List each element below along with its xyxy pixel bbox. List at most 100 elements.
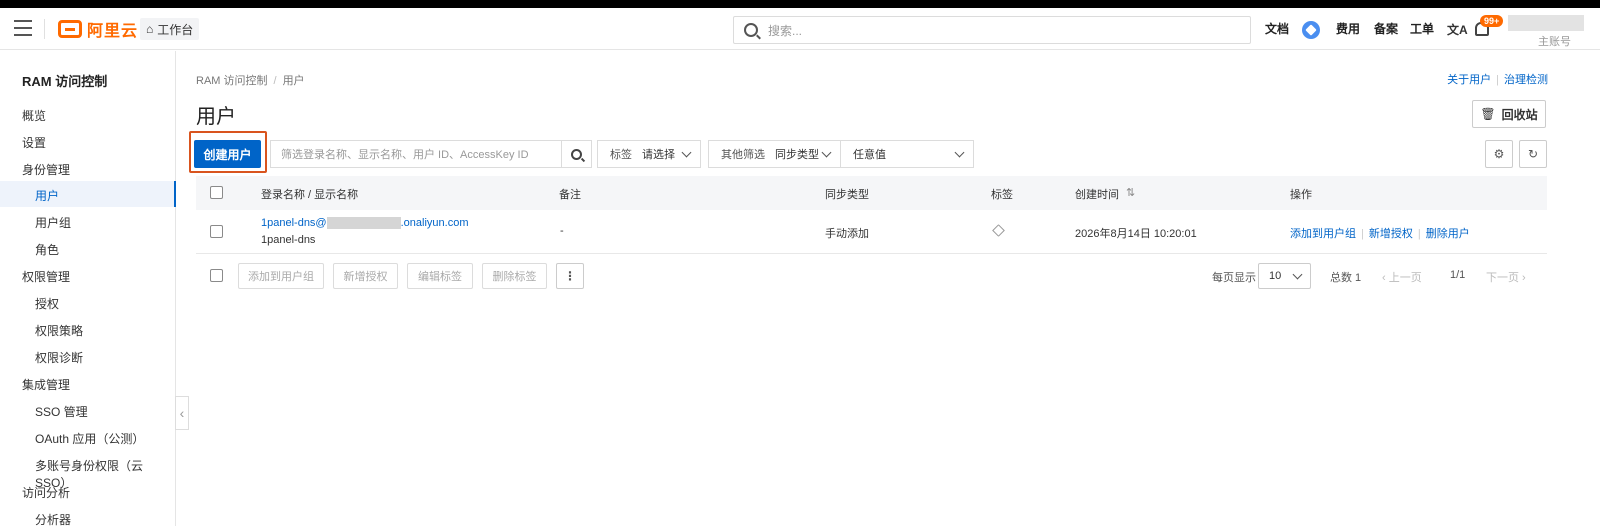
filter-search-button[interactable] [561,140,592,168]
sidebar-item-diagnosis[interactable]: 权限诊断 [35,349,83,366]
nav-icp[interactable]: 备案 [1374,20,1398,37]
nav-ticket[interactable]: 工单 [1410,20,1434,37]
logo-text: 阿里云 [87,23,139,40]
any-value-label: 任意值 [853,149,886,161]
top-links: 关于用户 | 治理检测 [1447,71,1548,87]
row-checkbox[interactable] [210,225,223,238]
menu-icon[interactable] [14,20,32,36]
row-operations: 添加到用户组 | 新增授权 | 删除用户 [1290,225,1470,241]
sidebar-item-overview[interactable]: 概览 [22,107,46,124]
login-prefix: 1panel-dns@ [261,217,327,229]
gear-icon: ⚙ [1493,147,1505,161]
col-remark: 备注 [559,189,581,201]
bulk-add-auth-button[interactable]: 新增授权 [333,263,398,289]
nav-cost-label: 费用 [1336,22,1361,36]
breadcrumb-current: 用户 [282,75,305,87]
user-filter-input[interactable]: 筛选登录名称、显示名称、用户 ID、AccessKey ID [270,140,562,168]
compass-icon[interactable] [1302,21,1320,39]
workbench-button[interactable]: ⌂ 工作台 [140,18,200,40]
search-placeholder: 搜索... [768,23,803,38]
sidebar-collapse-button[interactable]: ‹ [175,396,189,430]
col-operations: 操作 [1290,189,1312,201]
other-filter-label: 其他筛选 [721,149,765,161]
chevron-down-icon [1292,269,1303,280]
user-created-time: 2026年8月14日 10:20:01 [1075,228,1197,240]
logo-mark-icon [58,20,82,38]
sidebar-group-integration[interactable]: 集成管理 [22,376,70,393]
nav-ticket-label: 工单 [1410,22,1435,36]
sidebar-item-roles[interactable]: 角色 [35,241,59,258]
per-page-select[interactable]: 10 [1258,263,1311,289]
chevron-left-icon: ‹ [1382,272,1389,284]
chevron-down-icon [821,147,832,158]
sort-icon[interactable]: ⇅ [1126,186,1135,199]
next-page-button[interactable]: 下一页 › [1486,269,1526,285]
create-user-button[interactable]: 创建用户 [194,140,261,168]
table-row: 1panel-dns@ .onaliyun.com 1panel-dns - 手动… [196,210,1547,254]
home-icon: ⌂ [146,22,154,36]
sidebar: RAM 访问控制 概览 设置 身份管理 用户 用户组 角色 权限管理 授权 权限… [0,51,176,528]
user-login-link[interactable]: 1panel-dns@ .onaliyun.com [261,217,469,230]
column-settings-button[interactable]: ⚙ [1485,140,1513,168]
tag-select[interactable]: 标签 请选择 [597,140,701,168]
sidebar-item-policies[interactable]: 权限策略 [35,322,83,339]
prev-page-button[interactable]: ‹ 上一页 [1382,269,1422,285]
recycle-bin-label: 回收站 [1501,107,1538,122]
top-header: 阿里云 ⌂ 工作台 搜索... 文档 费用 备案 工单 文A 99+ 主账号 [0,8,1600,50]
total-count: 总数 1 [1330,272,1362,284]
account-name-redacted[interactable] [1508,15,1584,31]
sidebar-item-grants[interactable]: 授权 [35,295,59,312]
login-suffix: .onaliyun.com [400,217,469,229]
refresh-button[interactable]: ↻ [1519,140,1547,168]
language-icon[interactable]: 文A [1447,21,1468,38]
sidebar-item-settings[interactable]: 设置 [22,134,46,151]
select-all-checkbox[interactable] [210,186,223,199]
sidebar-item-analyzer[interactable]: 分析器 [35,511,71,528]
bulk-select-checkbox[interactable] [210,269,223,282]
op-divider: | [1361,228,1364,240]
header-divider [44,19,45,39]
other-filter-select[interactable]: 其他筛选 同步类型 [708,140,841,168]
other-filter-value: 同步类型 [775,149,819,161]
user-display-name: 1panel-dns [261,234,316,246]
any-value-select[interactable]: 任意值 [840,140,974,168]
bulk-edit-tag-button[interactable]: 编辑标签 [407,263,473,289]
user-sync-type: 手动添加 [825,228,869,240]
page-indicator: 1/1 [1450,269,1466,281]
sidebar-group-permissions[interactable]: 权限管理 [22,268,70,285]
op-divider: | [1417,228,1421,240]
sidebar-item-oauth[interactable]: OAuth 应用（公测） [35,430,144,447]
aliyun-logo[interactable]: 阿里云 [58,18,138,40]
sidebar-item-sso[interactable]: SSO 管理 [35,403,88,420]
sidebar-item-user-groups[interactable]: 用户组 [35,214,71,231]
link-divider: | [1496,74,1499,86]
global-search-input[interactable]: 搜索... [733,16,1251,44]
add-to-group-link[interactable]: 添加到用户组 [1290,228,1356,240]
col-created-time[interactable]: 创建时间 [1075,186,1119,202]
nav-docs-label: 文档 [1265,22,1290,36]
tag-icon[interactable] [992,224,1005,237]
nav-docs[interactable]: 文档 [1265,20,1289,37]
chevron-down-icon [954,147,965,158]
sidebar-item-users[interactable]: 用户 [35,187,59,204]
add-auth-link[interactable]: 新增授权 [1369,228,1413,240]
per-page-label: 每页显示 [1212,272,1256,284]
sidebar-group-analysis[interactable]: 访问分析 [22,484,70,501]
sidebar-active-highlight [0,181,176,207]
more-actions-button[interactable]: ⋮ [556,263,584,289]
nav-cost[interactable]: 费用 [1336,20,1360,37]
sidebar-title: RAM 访问控制 [22,74,108,89]
account-type-label: 主账号 [1538,36,1571,48]
delete-user-link[interactable]: 删除用户 [1426,228,1470,240]
workbench-label: 工作台 [157,22,194,37]
bulk-delete-tag-button[interactable]: 删除标签 [482,263,547,289]
chevron-left-icon: ‹ [179,405,185,421]
sidebar-group-identity[interactable]: 身份管理 [22,161,70,178]
recycle-bin-button[interactable]: 🗑 回收站 [1472,100,1546,128]
trash-icon: 🗑 [1480,107,1496,121]
breadcrumb-separator: / [273,75,277,87]
governance-link[interactable]: 治理检测 [1504,74,1548,86]
about-users-link[interactable]: 关于用户 [1447,74,1491,86]
bulk-add-group-button[interactable]: 添加到用户组 [238,263,324,289]
breadcrumb-root[interactable]: RAM 访问控制 [196,75,268,87]
